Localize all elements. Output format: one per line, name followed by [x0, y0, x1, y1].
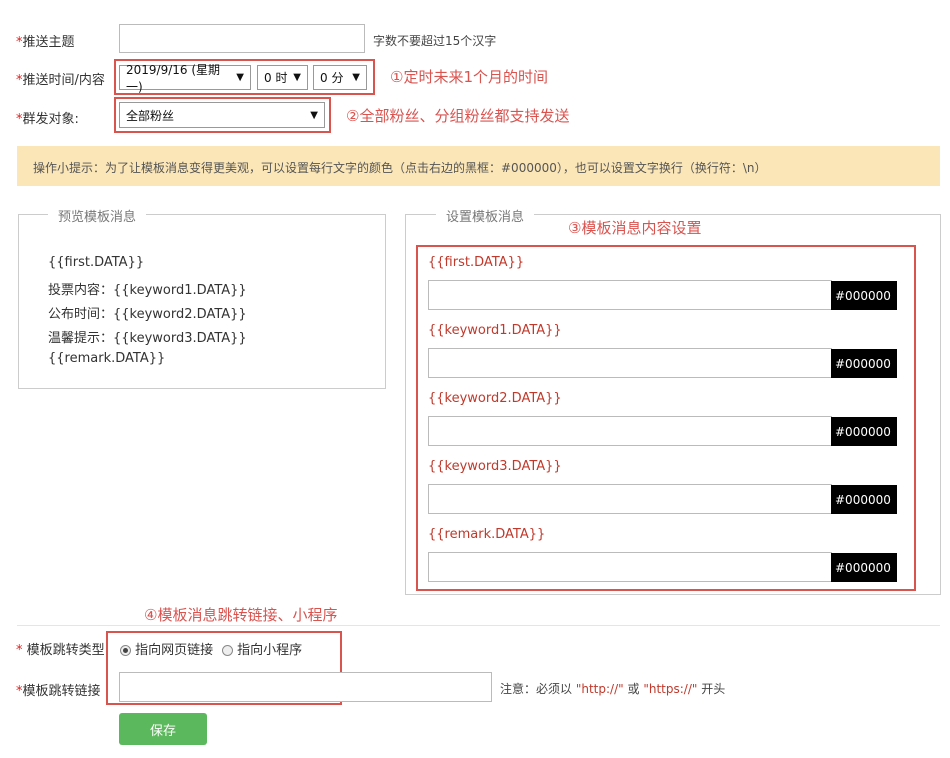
preview-line: 投票内容：{{keyword1.DATA}}: [48, 283, 247, 298]
jump-link-note: 注意：必须以 "http://" 或 "https://" 开头: [500, 682, 726, 696]
save-button[interactable]: 保存: [119, 713, 207, 745]
subject-note: 字数不要超过15个汉字: [373, 34, 497, 48]
color-picker-first[interactable]: #000000: [831, 281, 897, 310]
subject-input[interactable]: [119, 24, 365, 53]
chevron-down-icon: ▼: [352, 72, 360, 83]
field-input-first[interactable]: [428, 280, 832, 310]
preview-line: 公布时间：{{keyword2.DATA}}: [48, 307, 247, 322]
date-select[interactable]: 2019/9/16 (星期一) ▼: [119, 63, 251, 94]
radio-mini-option[interactable]: 指向小程序: [222, 639, 302, 658]
target-select[interactable]: 全部粉丝 ▼: [119, 102, 325, 128]
field-input-keyword2[interactable]: [428, 416, 832, 446]
minute-select[interactable]: 0 分 ▼: [313, 65, 367, 90]
jump-type-label: * 模板跳转类型: [16, 643, 105, 658]
field-label-keyword2: {{keyword2.DATA}}: [428, 391, 562, 406]
radio-selected-icon: [120, 645, 131, 656]
color-picker-remark[interactable]: #000000: [831, 553, 897, 582]
chevron-down-icon: ▼: [293, 72, 301, 83]
field-input-keyword1[interactable]: [428, 348, 832, 378]
subject-label: *推送主题: [16, 35, 75, 50]
color-picker-keyword1[interactable]: #000000: [831, 349, 897, 378]
annotation-4: ④模板消息跳转链接、小程序: [144, 606, 338, 624]
color-picker-keyword3[interactable]: #000000: [831, 485, 897, 514]
preview-line: {{first.DATA}}: [48, 255, 145, 270]
field-label-keyword1: {{keyword1.DATA}}: [428, 323, 562, 338]
chevron-down-icon: ▼: [310, 109, 318, 121]
preview-title: 预览模板消息: [48, 206, 147, 225]
color-picker-keyword2[interactable]: #000000: [831, 417, 897, 446]
radio-web-option[interactable]: 指向网页链接: [120, 639, 213, 658]
field-input-keyword3[interactable]: [428, 484, 832, 514]
hour-select[interactable]: 0 时 ▼: [257, 65, 308, 90]
annotation-1: ①定时未来1个月的时间: [390, 68, 548, 86]
preview-line: {{remark.DATA}}: [48, 351, 166, 366]
field-label-remark: {{remark.DATA}}: [428, 527, 546, 542]
field-label-first: {{first.DATA}}: [428, 255, 525, 270]
settings-title: 设置模板消息: [436, 206, 535, 225]
field-input-remark[interactable]: [428, 552, 832, 582]
annotation-3: ③模板消息内容设置: [568, 219, 702, 237]
chevron-down-icon: ▼: [236, 72, 244, 83]
annotation-2: ②全部粉丝、分组粉丝都支持发送: [346, 107, 570, 125]
time-label: *推送时间/内容: [16, 73, 105, 88]
field-label-keyword3: {{keyword3.DATA}}: [428, 459, 562, 474]
jump-link-label: *模板跳转链接: [16, 684, 101, 699]
target-label: *群发对象:: [16, 112, 79, 127]
hint-text: 操作小提示：为了让模板消息变得更美观，可以设置每行文字的颜色（点击右边的黑框：#…: [33, 161, 767, 175]
radio-unselected-icon: [222, 645, 233, 656]
preview-line: 温馨提示：{{keyword3.DATA}}: [48, 331, 247, 346]
section-divider: [17, 625, 940, 626]
jump-link-input[interactable]: [119, 672, 492, 702]
